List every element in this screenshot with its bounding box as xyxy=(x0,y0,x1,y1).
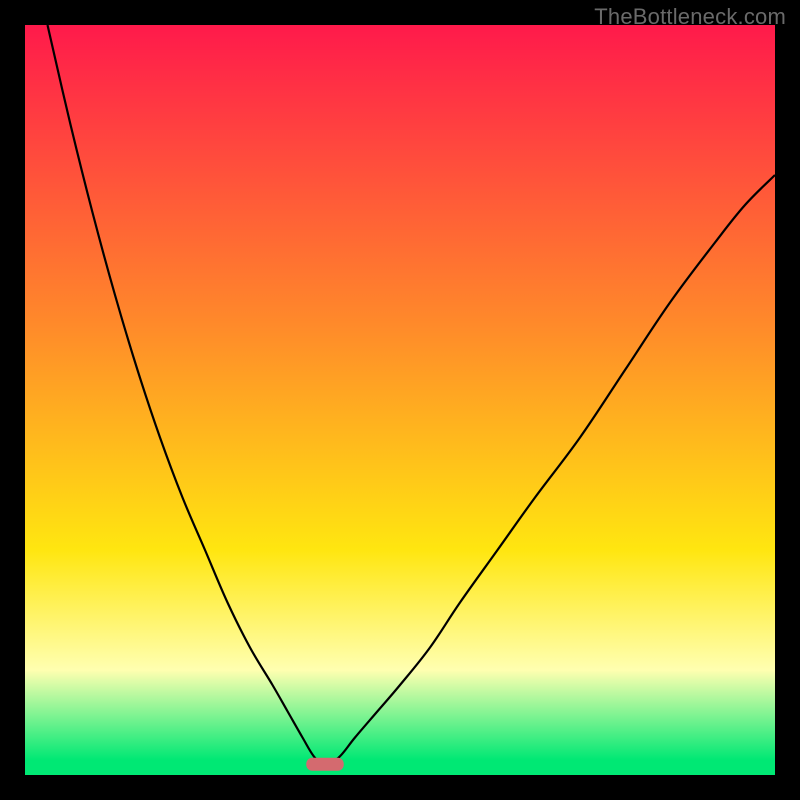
bottleneck-curve-chart xyxy=(25,25,775,775)
chart-frame: TheBottleneck.com xyxy=(0,0,800,800)
watermark-text: TheBottleneck.com xyxy=(594,4,786,30)
plot-area xyxy=(25,25,775,775)
gradient-background xyxy=(25,25,775,775)
optimum-marker xyxy=(306,758,344,771)
